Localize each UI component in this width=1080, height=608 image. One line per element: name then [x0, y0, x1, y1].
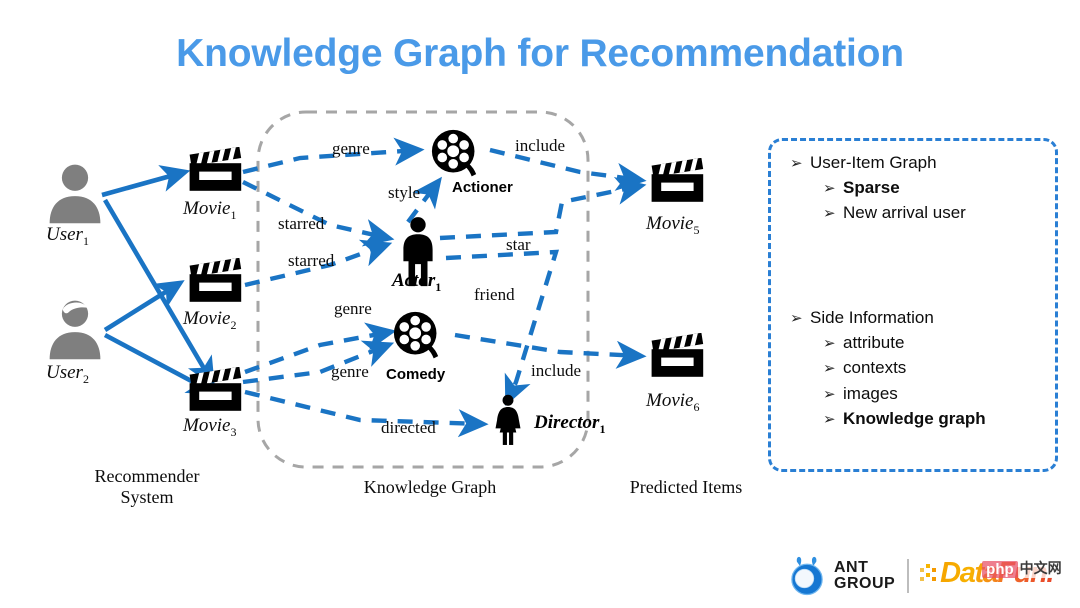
slide-root: Knowledge Graph for Recommendation User1… [0, 0, 1080, 608]
clapperboard-icon [186, 147, 246, 195]
ant-group-wordmark: ANT GROUP [828, 560, 895, 592]
node-label-movie-2: Movie2 [183, 308, 237, 332]
clapperboard-icon [186, 258, 246, 306]
user-avatar-hat-icon [44, 298, 106, 368]
side-info-bullet-list: ➢ User-Item Graph ➢ Sparse ➢ New arrival… [790, 152, 1055, 433]
node-label-movie-3: Movie3 [183, 415, 237, 439]
bullet-arrow-icon: ➢ [823, 334, 836, 353]
edge-label-include-1: include [515, 136, 566, 155]
clapperboard-icon [648, 158, 708, 206]
node-label-movie-1: Movie1 [183, 198, 237, 222]
logo-divider [907, 559, 910, 593]
entity-label-actioner: Actioner [452, 179, 513, 196]
bullet-arrow-icon: ➢ [823, 384, 836, 403]
bullet-contexts: ➢ contexts [823, 358, 907, 378]
bullet-arrow-icon: ➢ [823, 179, 836, 198]
edge-label-genre-3: genre [331, 362, 369, 381]
caption-predicted-items: Predicted Items [629, 477, 743, 497]
edge-label-style: style [388, 183, 421, 202]
bullet-new-arrival-user: ➢ New arrival user [823, 203, 966, 223]
node-label-movie-5: Movie5 [646, 213, 700, 237]
edge-label-directed: directed [381, 418, 436, 437]
caption-recommender-system: Recommender System [62, 466, 232, 508]
edge-label-starred-1: starred [278, 214, 325, 233]
bullet-arrow-icon: ➢ [790, 309, 803, 328]
person-female-icon [486, 394, 530, 446]
bullet-sparse: ➢ Sparse [823, 178, 900, 198]
bullet-arrow-icon: ➢ [823, 359, 836, 378]
clapperboard-icon [648, 333, 708, 381]
bullet-side-information: ➢ Side Information [790, 308, 934, 328]
edge-label-star: star [506, 235, 531, 254]
edge-label-include-2: include [531, 361, 582, 380]
bullet-spacer [790, 267, 1055, 307]
bullet-arrow-icon: ➢ [823, 409, 836, 428]
entity-label-comedy: Comedy [386, 366, 446, 383]
php-watermark: php 中文网 [982, 556, 1074, 582]
ant-word-line-2: GROUP [834, 575, 896, 592]
caption-line-1: Recommender [94, 466, 200, 486]
bullet-attribute: ➢ attribute [823, 333, 905, 353]
edge-label-genre-1: genre [332, 139, 370, 158]
caption-knowledge-graph: Knowledge Graph [363, 477, 497, 497]
node-label-user-2: User2 [46, 362, 89, 386]
watermark-cn-text: 中文网 [1017, 560, 1064, 578]
bullet-user-item-graph: ➢ User-Item Graph [790, 153, 937, 172]
bullet-images: ➢ images [823, 383, 898, 403]
bullet-knowledge-graph: ➢ Knowledge graph [823, 408, 986, 428]
bullet-arrow-icon: ➢ [823, 204, 836, 223]
datafun-logo: DataFun. php 中文网 [920, 554, 1070, 598]
edge-label-friend: friend [474, 285, 515, 304]
ant-word-line-1: ANT [834, 559, 869, 576]
edge-label-starred-2: starred [288, 251, 335, 270]
film-reel-icon [390, 308, 446, 364]
node-label-movie-6: Movie6 [646, 390, 700, 414]
node-label-user-1: User1 [46, 224, 89, 248]
bullet-spacer [790, 227, 1055, 267]
caption-line-2: System [120, 487, 174, 507]
watermark-php-text: php [982, 560, 1018, 578]
bullet-arrow-icon: ➢ [790, 154, 803, 172]
edge-label-genre-2: genre [334, 299, 372, 318]
clapperboard-icon [186, 367, 246, 415]
datafun-dots-icon [920, 564, 942, 586]
entity-label-director-1: Director1 [534, 412, 606, 436]
user-avatar-icon [44, 162, 106, 232]
footer-logos: ANT GROUP DataFun. php 中文网 [786, 550, 1072, 602]
film-reel-icon [428, 126, 484, 182]
entity-label-actor-1: Actor1 [392, 270, 442, 294]
ant-group-logo-icon [786, 555, 828, 597]
